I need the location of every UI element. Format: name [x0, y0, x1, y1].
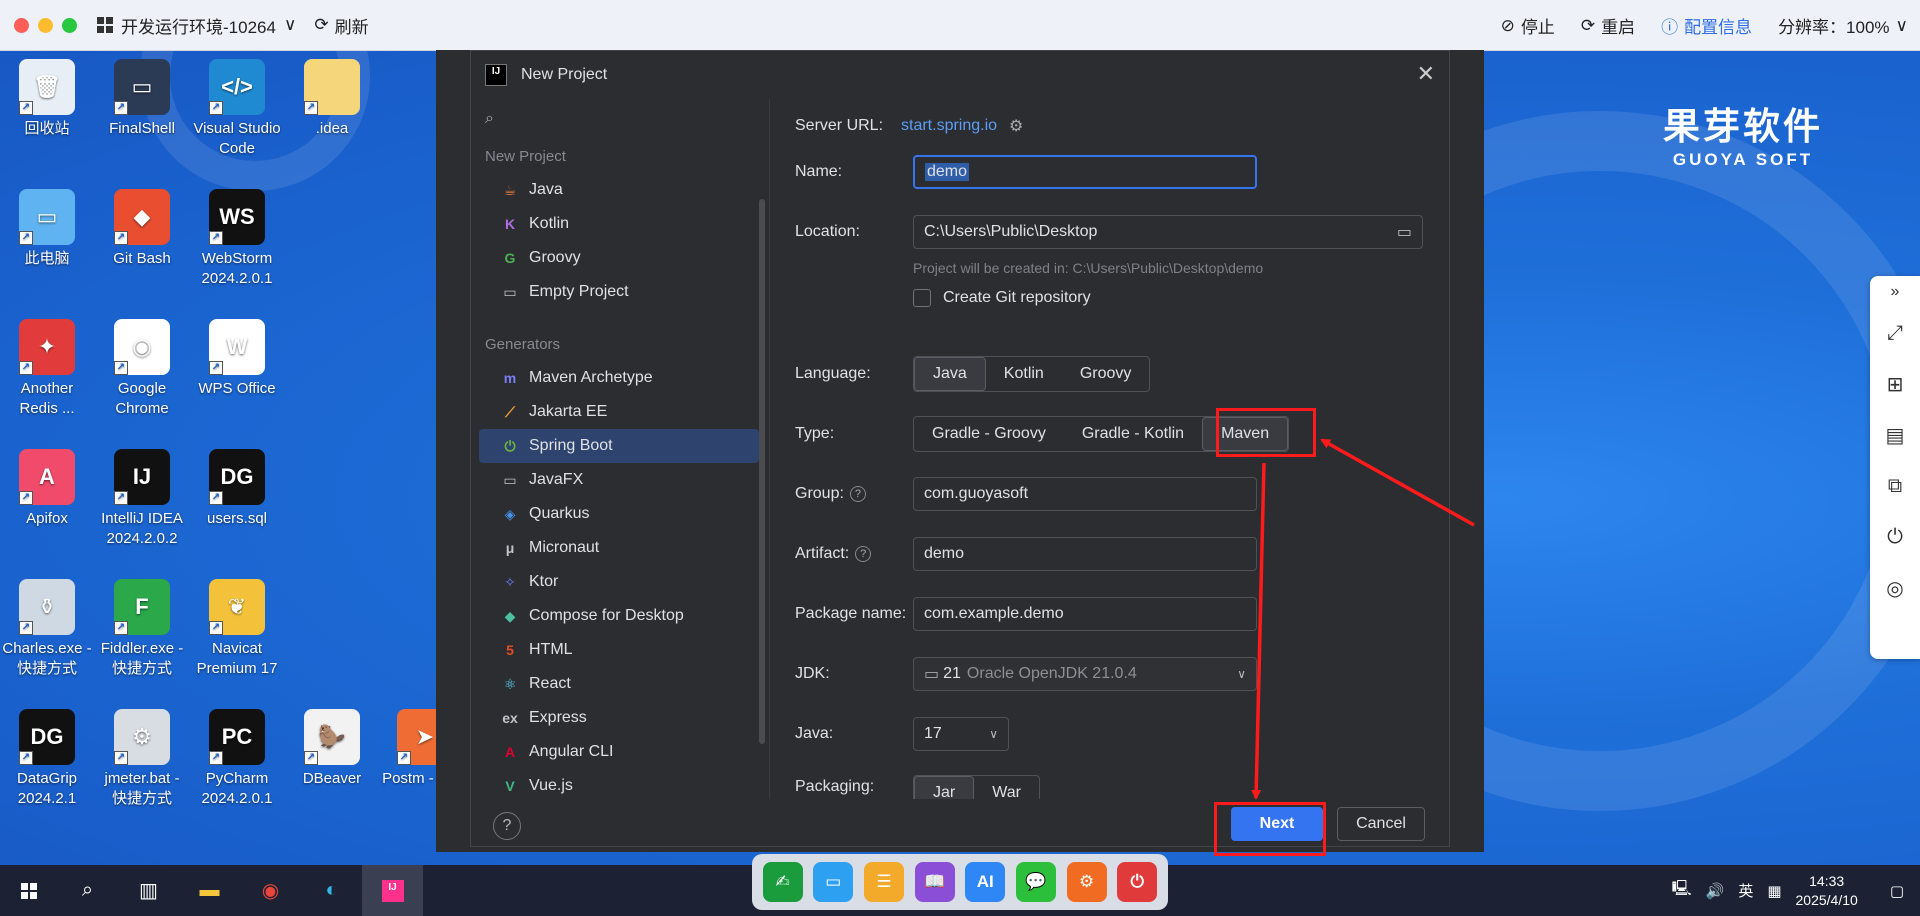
book-icon[interactable]: 📖	[914, 862, 955, 902]
ai-icon[interactable]: AI	[965, 862, 1006, 902]
intellij-taskbar-icon[interactable]: IJ	[362, 865, 423, 916]
clock-date: 2025/4/10	[1795, 891, 1858, 908]
ime-indicator[interactable]: 英	[1738, 880, 1753, 901]
chrome-icon[interactable]: ◉	[240, 865, 301, 916]
intellij-taskbar-badge: IJ	[381, 879, 404, 902]
file-explorer-icon[interactable]: ▬	[179, 865, 240, 916]
notification-icon[interactable]: ▢	[1890, 882, 1904, 900]
clock-time: 14:33	[1809, 872, 1845, 889]
arrow-to-maven	[1320, 438, 1475, 527]
server-icon[interactable]: ☰	[863, 862, 904, 902]
power-icon[interactable]: ⏻	[1117, 862, 1158, 902]
settings-icon[interactable]: ⚙	[1066, 862, 1107, 902]
search-icon[interactable]: ⌕	[57, 865, 118, 916]
clock[interactable]: 14:33 2025/4/10	[1796, 872, 1858, 910]
windows-logo-icon	[20, 882, 37, 899]
sign-icon[interactable]: ✍	[762, 862, 803, 902]
chat-icon[interactable]: 💬	[1015, 862, 1056, 902]
annotation-arrows	[1251, 438, 1475, 800]
network-icon[interactable]: 🖳	[1672, 878, 1692, 903]
arrow-to-next	[1251, 462, 1266, 800]
edge-icon[interactable]: ◐	[301, 865, 362, 916]
volume-icon[interactable]: 🔊	[1706, 882, 1725, 900]
start-button[interactable]	[0, 865, 57, 916]
dock: ✍ ▭ ☰ 📖 AI 💬 ⚙ ⏻	[752, 854, 1168, 910]
keyboard-icon[interactable]: ▦	[1767, 882, 1781, 900]
monitor-icon[interactable]: ▭	[813, 862, 854, 902]
system-tray: 🖳 🔊 英 ▦ 14:33 2025/4/10 ▢	[1672, 865, 1920, 916]
task-view-icon[interactable]: ▥	[118, 865, 179, 916]
